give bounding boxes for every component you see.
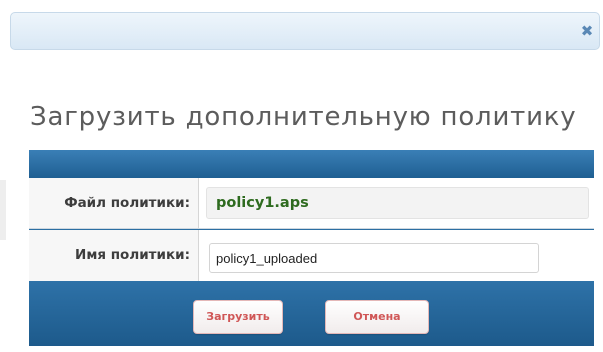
upload-policy-dialog: ✖ Загрузить дополнительную политику Файл… xyxy=(0,0,603,352)
dialog-heading: Загрузить дополнительную политику xyxy=(30,102,577,132)
file-label: Файл политики: xyxy=(29,178,199,228)
form-footer-band xyxy=(29,281,594,346)
upload-button[interactable]: Загрузить xyxy=(193,300,283,334)
file-value: policy1.aps xyxy=(206,187,589,219)
upload-form: Файл политики: policy1.aps Имя политики:… xyxy=(29,150,594,346)
cancel-button[interactable]: Отмена xyxy=(325,300,429,334)
policy-name-input[interactable] xyxy=(209,243,539,273)
name-row: Имя политики: xyxy=(29,230,594,281)
dialog-titlebar[interactable]: ✖ xyxy=(10,12,600,50)
name-label: Имя политики: xyxy=(29,230,199,281)
left-edge-shadow xyxy=(0,180,6,240)
form-header-band xyxy=(29,150,594,178)
file-row: Файл политики: policy1.aps xyxy=(29,178,594,229)
close-icon[interactable]: ✖ xyxy=(578,22,596,40)
